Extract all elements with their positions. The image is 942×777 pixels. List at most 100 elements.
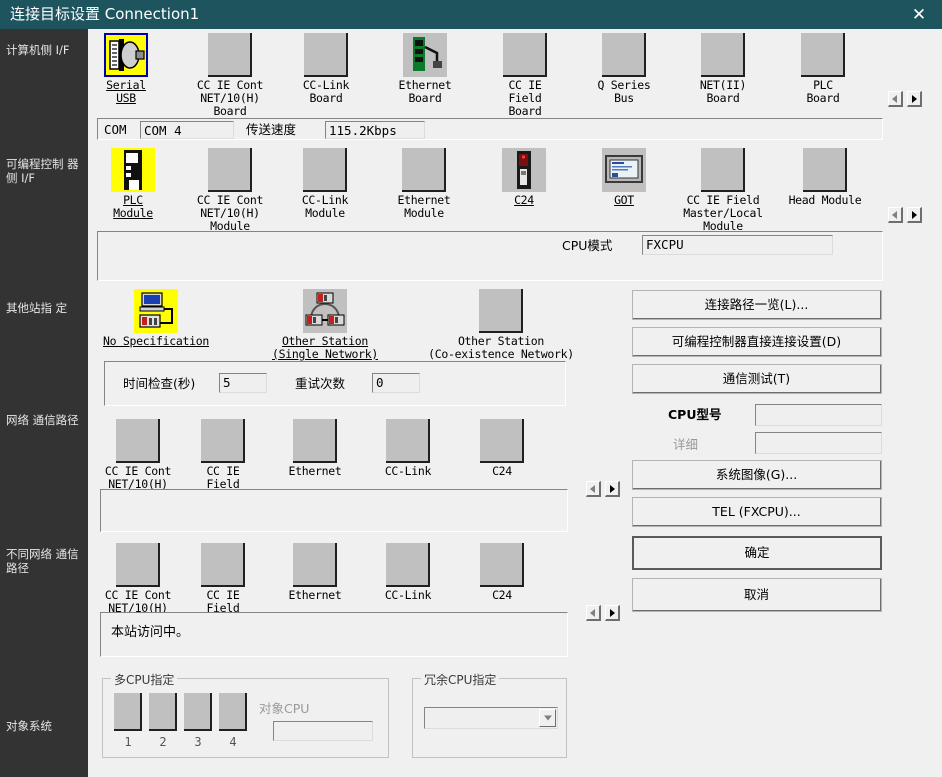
sidebar-item-coexistence-route: 不同网络 通信路径 [6, 547, 86, 575]
network-route-scroll-left-icon[interactable] [586, 481, 601, 497]
multi-cpu-chip-4[interactable] [219, 693, 247, 731]
multi-cpu-number-4: 4 [218, 735, 248, 749]
cpu-model-field[interactable] [755, 404, 882, 426]
coexist-tile-cc-link[interactable]: CC-Link [375, 543, 441, 602]
tile-label: Q Series Bus [591, 79, 657, 105]
pc-if-scroll-left-icon[interactable] [888, 91, 903, 107]
tile-cc-ie-field-master-local[interactable]: CC IE Field Master/Local Module [677, 148, 769, 233]
tile-cc-ie-cont-module[interactable]: CC IE Cont NET/10(H) Module [193, 148, 267, 233]
tile-label: PLC Board [790, 79, 856, 105]
retry-count-label: 重试次数 [295, 376, 345, 392]
multi-cpu-chip-1[interactable] [114, 693, 142, 731]
com-settings-bar: COM COM 4 传送速度 115.2Kbps [97, 118, 883, 140]
multi-cpu-chip-2[interactable] [149, 693, 177, 731]
coexist-tile-cc-ie-cont[interactable]: CC IE Cont NET/10(H) [101, 543, 175, 615]
tile-other-station-single[interactable]: Other Station (Single Network) [254, 289, 396, 361]
redundant-cpu-select[interactable] [424, 707, 558, 729]
chevron-down-icon[interactable] [539, 709, 556, 727]
plc-if-scroll-left-icon[interactable] [888, 207, 903, 223]
tile-label: Ethernet Board [392, 79, 458, 105]
transmission-speed-label: 传送速度 [246, 122, 296, 138]
sidebar-item-other-station: 其他站指 定 [6, 301, 86, 315]
cancel-button[interactable]: 取消 [632, 578, 882, 612]
retry-count-field[interactable]: 0 [372, 373, 420, 393]
sidebar-item-plc-side-if: 可编程控制 器侧 I/F [6, 157, 86, 185]
tile-cc-link-board[interactable]: CC-Link Board [293, 33, 359, 105]
blank-tile-icon [304, 33, 348, 77]
connection-path-list-button[interactable]: 连接路径一览(L)... [632, 290, 882, 320]
blank-tile-icon [293, 419, 337, 463]
c24-icon [502, 148, 546, 192]
tile-label: CC IE Field Board [492, 79, 558, 118]
network-route-detail-panel[interactable] [100, 489, 568, 532]
window-title: 连接目标设置 Connection1 [10, 4, 199, 25]
sidebar: 计算机侧 I/F 可编程控制 器侧 I/F 其他站指 定 网络 通信路径 不同网… [0, 29, 88, 777]
tile-no-specification[interactable]: No Specification [97, 289, 215, 348]
sidebar-item-pc-side-if: 计算机侧 I/F [6, 43, 86, 57]
coexist-tile-c24[interactable]: C24 [469, 543, 535, 602]
plc-direct-connect-button[interactable]: 可编程控制器直接连接设置(D) [632, 327, 882, 357]
blank-tile-icon [701, 33, 745, 77]
tile-head-module[interactable]: Head Module [785, 148, 865, 207]
tile-cc-ie-field-board[interactable]: CC IE Field Board [492, 33, 558, 118]
tile-ethernet-module[interactable]: Ethernet Module [391, 148, 457, 220]
tile-cc-ie-cont-board[interactable]: CC IE Cont NET/10(H) Board [193, 33, 267, 118]
multi-cpu-number-3: 3 [183, 735, 213, 749]
tile-ethernet-board[interactable]: Ethernet Board [392, 33, 458, 105]
com-value-field[interactable]: COM 4 [140, 121, 234, 139]
tile-label: PLC Module [100, 194, 166, 220]
network-route-scroll-right-icon[interactable] [605, 481, 620, 497]
tile-q-series-bus[interactable]: Q Series Bus [591, 33, 657, 105]
tile-label: No Specification [97, 335, 215, 348]
tile-label: CC-Link [375, 589, 441, 602]
coexist-tile-cc-ie-field[interactable]: CC IE Field [190, 543, 256, 615]
tile-c24[interactable]: C24 [491, 148, 557, 207]
tile-other-station-coexistence[interactable]: Other Station (Co-existence Network) [403, 289, 599, 361]
blank-tile-icon [480, 419, 524, 463]
coexistence-scroll-left-icon[interactable] [586, 605, 601, 621]
route-tile-ethernet[interactable]: Ethernet [282, 419, 348, 478]
tile-plc-board[interactable]: PLC Board [790, 33, 856, 105]
blank-tile-icon [479, 289, 523, 333]
multi-cpu-chip-3[interactable] [184, 693, 212, 731]
system-image-button[interactable]: 系统图像(G)... [632, 460, 882, 490]
tel-fxcpu-button[interactable]: TEL (FXCPU)... [632, 497, 882, 527]
time-check-label: 时间检查(秒) [123, 376, 195, 392]
tile-serial-usb[interactable]: Serial USB [93, 33, 159, 105]
other-station-single-icon [303, 289, 347, 333]
cpu-mode-panel: CPU模式 FXCPU [97, 231, 883, 281]
cpu-mode-field[interactable]: FXCPU [642, 235, 833, 255]
coexistence-status-text: 本站访问中。 [111, 621, 189, 640]
title-bar: 连接目标设置 Connection1 ✕ [0, 0, 942, 29]
pc-if-scroll-right-icon[interactable] [907, 91, 922, 107]
transmission-speed-field[interactable]: 115.2Kbps [325, 121, 425, 139]
communication-test-button[interactable]: 通信测试(T) [632, 364, 882, 394]
blank-tile-icon [208, 33, 252, 77]
route-tile-c24[interactable]: C24 [469, 419, 535, 478]
time-check-field[interactable]: 5 [219, 373, 267, 393]
close-icon[interactable]: ✕ [896, 0, 942, 29]
route-tile-cc-ie-field[interactable]: CC IE Field [190, 419, 256, 491]
plc-if-scroll-right-icon[interactable] [907, 207, 922, 223]
blank-tile-icon [801, 33, 845, 77]
route-tile-cc-ie-cont[interactable]: CC IE Cont NET/10(H) [101, 419, 175, 491]
ok-button[interactable]: 确定 [632, 536, 882, 570]
tile-label: CC-Link [375, 465, 441, 478]
blank-tile-icon [116, 543, 160, 587]
plc-if-scroll-arrows [888, 207, 928, 227]
com-label: COM [104, 122, 127, 138]
redundant-cpu-group: 冗余CPU指定 [412, 678, 567, 758]
coexist-tile-ethernet[interactable]: Ethernet [282, 543, 348, 602]
tile-got[interactable]: GOT [591, 148, 657, 207]
tile-cc-link-module[interactable]: CC-Link Module [292, 148, 358, 220]
coexistence-scroll-right-icon[interactable] [605, 605, 620, 621]
target-cpu-field[interactable] [273, 721, 373, 741]
blank-tile-icon [386, 419, 430, 463]
tile-plc-module[interactable]: PLC Module [100, 148, 166, 220]
cpu-detail-field[interactable] [755, 432, 882, 454]
timeout-retry-panel: 时间检查(秒) 5 重试次数 0 [104, 361, 566, 406]
route-tile-cc-link[interactable]: CC-Link [375, 419, 441, 478]
tile-label: Other Station (Single Network) [254, 335, 396, 361]
tile-net2-board[interactable]: NET(II) Board [690, 33, 756, 105]
tile-label: Ethernet [282, 465, 348, 478]
